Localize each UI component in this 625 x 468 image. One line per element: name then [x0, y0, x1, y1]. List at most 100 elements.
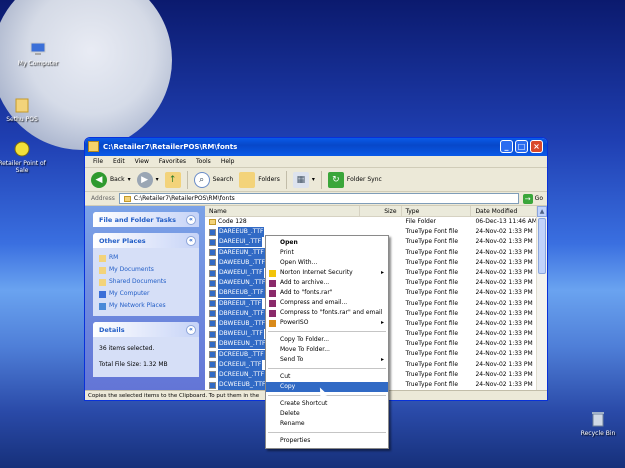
context-menu-label: Open	[280, 239, 298, 246]
file-type: TrueType Font file	[405, 309, 459, 317]
context-menu-item[interactable]: Properties	[266, 436, 388, 446]
menu-file[interactable]: File	[93, 158, 103, 165]
up-folder-button[interactable]: ↑	[164, 171, 181, 188]
maximize-button[interactable]: □	[515, 140, 528, 153]
file-name: DBWEEUI_.TTF	[218, 329, 264, 340]
column-header-type[interactable]: Type	[402, 206, 472, 216]
back-arrow-icon: ◀	[91, 171, 107, 188]
context-menu-item[interactable]: Rename	[266, 419, 388, 429]
context-menu-item[interactable]: Compress and email...	[266, 298, 388, 308]
folders-button[interactable]: Folders	[239, 171, 280, 188]
file-name: Code 128	[218, 218, 247, 226]
context-menu-item[interactable]: Send To ▸	[266, 355, 388, 365]
file-type: TrueType Font file	[405, 299, 459, 307]
panel-header[interactable]: File and Folder Tasks «	[93, 212, 199, 227]
desktop-icon-recycle-bin[interactable]: Recycle Bin	[570, 410, 625, 437]
chevron-down-icon: ▾	[127, 176, 131, 183]
place-link-my-computer[interactable]: My Computer	[99, 288, 193, 300]
file-name: DBWEEUB_.TTF	[218, 318, 267, 329]
menu-view[interactable]: View	[135, 158, 149, 165]
scroll-thumb[interactable]	[538, 218, 546, 274]
desktop-icon-my-computer[interactable]: My Computer	[10, 40, 66, 67]
context-menu-label: Compress and email...	[280, 299, 348, 306]
chevron-down-icon: ▾	[311, 176, 315, 183]
task-pane: File and Folder Tasks « Other Places « RM …	[85, 206, 205, 390]
file-type: TrueType Font file	[405, 350, 459, 358]
desktop-icon-retailer-pos[interactable]: Retailer Point of Sale	[0, 140, 50, 174]
desktop-icon-label: Sethu POS	[6, 116, 38, 123]
file-type: TrueType Font file	[405, 330, 459, 338]
context-menu-item[interactable]: Compress to "fonts.rar" and email	[266, 308, 388, 318]
panel-title: Details	[99, 325, 125, 334]
column-header-size[interactable]: Size	[360, 206, 402, 216]
go-button[interactable]: → Go	[522, 193, 543, 204]
context-menu-item[interactable]: PowerISO ▸	[266, 318, 388, 328]
address-input[interactable]: C:\Retailer7\RetailerPOS\RM\fonts	[118, 193, 519, 204]
folder-sync-button[interactable]: ↻ Folder Sync	[327, 171, 382, 188]
title-bar[interactable]: C:\Retailer7\RetailerPOS\RM\fonts _ □ ×	[85, 138, 547, 156]
context-menu-item[interactable]: Delete	[266, 409, 388, 419]
font-file-icon	[209, 249, 216, 257]
panel-header[interactable]: Details «	[93, 322, 199, 337]
folder-icon	[13, 96, 31, 114]
folder-sync-label: Folder Sync	[346, 176, 382, 183]
panel-header[interactable]: Other Places «	[93, 233, 199, 248]
file-name: DAREEUB_.TTF	[218, 227, 265, 238]
context-menu-item[interactable]: Norton Internet Security ▸	[266, 268, 388, 278]
vertical-scrollbar[interactable]: ▲	[536, 206, 547, 390]
minimize-button[interactable]: _	[500, 140, 513, 153]
forward-button[interactable]: ▶ ▾	[136, 171, 159, 188]
context-menu-item[interactable]: Create Shortcut	[266, 399, 388, 409]
my-documents-icon	[99, 266, 106, 274]
go-arrow-icon: →	[522, 193, 533, 204]
context-menu-item[interactable]: Move To Folder...	[266, 345, 388, 355]
context-menu-item[interactable]: Copy	[266, 382, 388, 392]
place-link-shared-documents[interactable]: Shared Documents	[99, 276, 193, 288]
folder-icon	[123, 195, 131, 202]
desktop-icon-sethu-pos[interactable]: Sethu POS	[0, 96, 50, 123]
context-menu-item[interactable]: Open	[266, 238, 388, 248]
context-menu-item[interactable]: Print	[266, 248, 388, 258]
menu-edit[interactable]: Edit	[113, 158, 125, 165]
collapse-icon[interactable]: «	[186, 235, 196, 246]
close-button[interactable]: ×	[530, 140, 543, 153]
scroll-up-icon[interactable]: ▲	[537, 206, 547, 217]
submenu-arrow-icon: ▸	[380, 269, 384, 276]
menu-tools[interactable]: Tools	[196, 158, 211, 165]
font-file-icon	[209, 289, 216, 297]
search-button[interactable]: ⌕ Search	[193, 171, 233, 188]
place-link-rm[interactable]: RM	[99, 252, 193, 264]
file-name: DBREEUN_.TTF	[218, 308, 265, 319]
computer-icon	[29, 40, 47, 58]
context-menu-item[interactable]: Add to "fonts.rar"	[266, 288, 388, 298]
desktop-icon-label: My Computer	[17, 60, 59, 67]
context-menu-label: Create Shortcut	[280, 400, 328, 407]
file-type: TrueType Font file	[405, 258, 459, 266]
context-menu-item[interactable]: Add to archive...	[266, 278, 388, 288]
context-menu-label: Compress to "fonts.rar" and email	[280, 309, 383, 316]
font-file-icon	[209, 300, 216, 308]
file-type: TrueType Font file	[405, 319, 459, 327]
place-link-my-network-places[interactable]: My Network Places	[99, 300, 193, 312]
context-menu-label: Add to archive...	[280, 279, 330, 286]
context-menu-item[interactable]: Cut	[266, 372, 388, 382]
collapse-icon[interactable]: «	[186, 214, 196, 225]
winrar-icon	[269, 310, 276, 317]
column-header-name[interactable]: Name	[205, 206, 360, 216]
toolbar-separator	[285, 170, 287, 189]
views-button[interactable]: ▦ ▾	[292, 171, 315, 188]
file-row[interactable]: Code 128 File Folder 06-Dec-13 11:46 AM	[205, 217, 547, 227]
menu-favorites[interactable]: Favorites	[159, 158, 186, 165]
file-name: DAREEUN_.TTF	[218, 247, 265, 258]
chevron-down-icon: ▾	[155, 176, 159, 183]
place-link-my-documents[interactable]: My Documents	[99, 264, 193, 276]
context-menu-label: Copy	[280, 383, 296, 390]
place-label: RM	[109, 254, 119, 261]
context-menu-item[interactable]: Copy To Folder...	[266, 335, 388, 345]
back-button[interactable]: ◀ Back ▾	[91, 171, 131, 188]
desktop-icon-label: Recycle Bin	[580, 430, 616, 437]
collapse-icon[interactable]: «	[186, 324, 196, 335]
file-name: DCWEEUB_.TTF	[218, 380, 267, 390]
context-menu-item[interactable]: Open With...	[266, 258, 388, 268]
menu-help[interactable]: Help	[221, 158, 235, 165]
